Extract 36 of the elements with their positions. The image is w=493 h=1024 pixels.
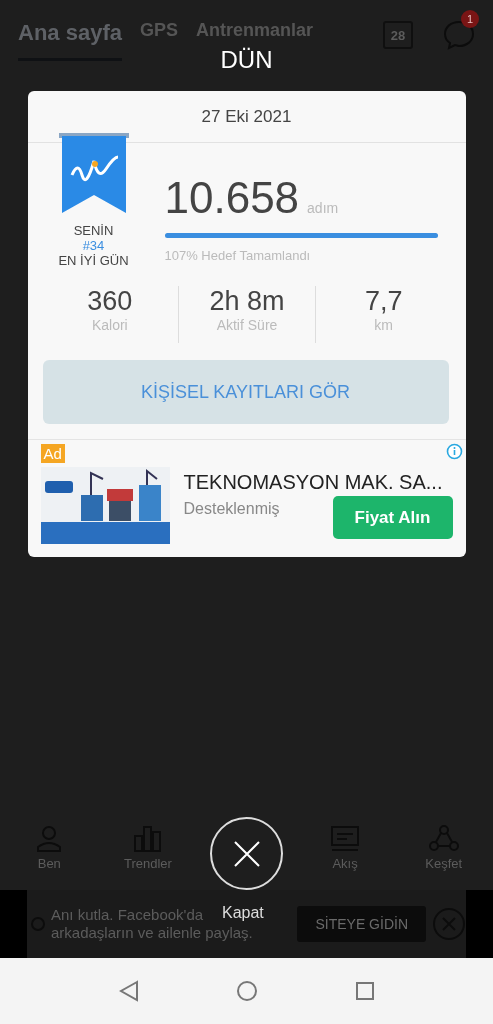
ribbon-icon (58, 133, 129, 215)
stat-label: Kalori (91, 317, 128, 333)
close-label: Kapat (222, 904, 264, 922)
stat-value: 2h 8m (209, 286, 285, 317)
ad-sponsored-label: Desteklenmiş (183, 500, 280, 518)
recents-icon[interactable] (354, 981, 375, 1001)
nav-tab[interactable]: Trendler (98, 820, 198, 890)
step-count: 10.658 (164, 173, 300, 223)
tab[interactable]: Ana sayfa (18, 20, 122, 61)
stat-label: Aktif Süre (216, 317, 278, 333)
banner-text: arkadaşların ve ailenle paylaş. (51, 924, 253, 942)
nav-tab[interactable]: Akış (295, 820, 395, 890)
back-icon[interactable] (118, 980, 139, 1002)
close-icon (233, 840, 260, 867)
records-button[interactable]: KİŞİSEL KAYITLARI GÖR (42, 360, 449, 424)
nav-tab[interactable]: Ben (0, 820, 99, 890)
get-price-button[interactable]: Fiyat Alın (332, 496, 453, 539)
stat-label: km (374, 317, 393, 333)
info-icon[interactable] (445, 443, 463, 460)
rank-label: EN İYİ GÜN (58, 253, 129, 268)
home-icon[interactable] (235, 980, 258, 1002)
stat-value: 7,7 (364, 286, 403, 317)
goal-text: 107% Hedef Tamamlandı (164, 248, 312, 263)
visit-site-button[interactable]: SİTEYE GİDİN (297, 906, 426, 942)
notification-badge: 1 (461, 10, 479, 28)
nav-tab[interactable]: Keşfet (394, 820, 493, 890)
ad-badge: Ad (40, 444, 65, 463)
rank-number: #34 (82, 238, 105, 253)
rank-label: SENİN (73, 223, 114, 238)
ad-title[interactable]: TEKNOMASYON MAK. SA... (183, 471, 453, 494)
banner-text: Anı kutla. Facebook'da (51, 906, 204, 924)
step-unit: adım (307, 200, 339, 216)
calendar-icon[interactable]: 28 (383, 21, 413, 49)
close-button[interactable] (210, 817, 283, 890)
stat-value: 360 (87, 286, 133, 317)
dialog-title: DÜN (220, 46, 273, 75)
